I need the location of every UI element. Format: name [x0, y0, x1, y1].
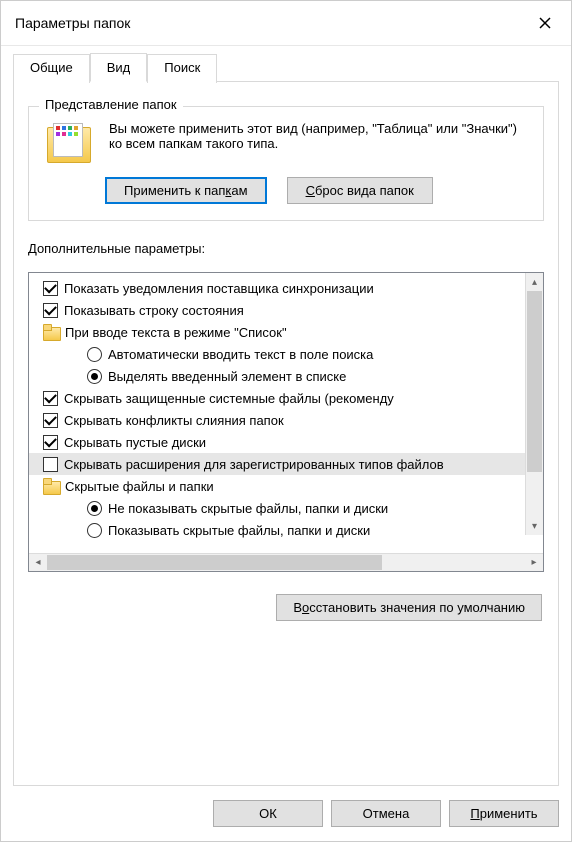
tree-item-label: Скрывать пустые диски	[64, 435, 206, 450]
tab-general[interactable]: Общие	[13, 54, 90, 83]
tree-row[interactable]: Не показывать скрытые файлы, папки и дис…	[29, 497, 543, 519]
tree-row[interactable]: Скрывать пустые диски	[29, 431, 543, 453]
restore-defaults-button[interactable]: Восстановить значения по умолчанию	[276, 594, 542, 621]
advanced-settings-label: Дополнительные параметры:	[28, 241, 544, 256]
folder-icon	[43, 479, 59, 493]
tree-item-label: Не показывать скрытые файлы, папки и дис…	[108, 501, 388, 516]
titlebar: Параметры папок	[1, 1, 571, 46]
tree-item-label: Скрытые файлы и папки	[65, 479, 214, 494]
scroll-right-icon[interactable]: ▸	[525, 554, 543, 571]
tree-row[interactable]: Автоматически вводить текст в поле поиск…	[29, 343, 543, 365]
scroll-left-icon[interactable]: ◂	[29, 554, 47, 571]
apply-button[interactable]: Применить	[449, 800, 559, 827]
horizontal-scrollbar[interactable]: ◂ ▸	[29, 553, 543, 571]
folder-views-group: Представление папок Вы можете применить …	[28, 106, 544, 221]
tree-item-label: Показывать скрытые файлы, папки и диски	[108, 523, 370, 538]
vertical-scrollbar[interactable]: ▴ ▾	[525, 273, 543, 535]
radio-button[interactable]	[87, 347, 102, 362]
folder-views-icon	[47, 123, 93, 165]
checkbox[interactable]	[43, 391, 58, 406]
tree-item-label: При вводе текста в режиме "Список"	[65, 325, 287, 340]
close-icon	[539, 17, 551, 29]
folder-options-dialog: Параметры папок Общие Вид Поиск Представ…	[0, 0, 572, 842]
hscroll-thumb[interactable]	[47, 555, 382, 570]
tree-row[interactable]: Скрытые файлы и папки	[29, 475, 543, 497]
tree-item-label: Скрывать защищенные системные файлы (рек…	[64, 391, 394, 406]
tree-viewport: Показать уведомления поставщика синхрони…	[29, 273, 543, 553]
cancel-button[interactable]: Отмена	[331, 800, 441, 827]
tree-item-label: Показывать строку состояния	[64, 303, 244, 318]
dialog-buttons: ОК Отмена Применить	[1, 786, 571, 841]
tree-item-label: Скрывать расширения для зарегистрированн…	[64, 457, 444, 472]
tree-row[interactable]: При вводе текста в режиме "Список"	[29, 321, 543, 343]
tab-search[interactable]: Поиск	[147, 54, 217, 83]
tree-item-label: Скрывать конфликты слияния папок	[64, 413, 284, 428]
close-button[interactable]	[525, 9, 565, 37]
tab-view[interactable]: Вид	[90, 53, 148, 82]
tree-row[interactable]: Скрывать конфликты слияния папок	[29, 409, 543, 431]
window-title: Параметры папок	[15, 15, 525, 31]
scroll-down-icon[interactable]: ▾	[526, 517, 543, 535]
folder-views-description: Вы можете применить этот вид (например, …	[109, 121, 529, 151]
restore-defaults-row: Восстановить значения по умолчанию	[28, 594, 544, 621]
vscroll-track[interactable]	[526, 291, 543, 517]
hscroll-track[interactable]	[47, 554, 525, 571]
tree-row[interactable]: Показывать строку состояния	[29, 299, 543, 321]
tree-item-label: Выделять введенный элемент в списке	[108, 369, 346, 384]
reset-folders-button[interactable]: Сброс вида папок	[287, 177, 433, 204]
checkbox[interactable]	[43, 457, 58, 472]
advanced-settings-tree[interactable]: Показать уведомления поставщика синхрони…	[28, 272, 544, 572]
tree-row[interactable]: Показать уведомления поставщика синхрони…	[29, 277, 543, 299]
checkbox[interactable]	[43, 303, 58, 318]
tree-row[interactable]: Выделять введенный элемент в списке	[29, 365, 543, 387]
tree-row[interactable]: Показывать скрытые файлы, папки и диски	[29, 519, 543, 541]
folder-icon	[43, 325, 59, 339]
checkbox[interactable]	[43, 435, 58, 450]
folder-views-buttons: Применить к папкам Сброс вида папок	[105, 177, 529, 204]
tabstrip: Общие Вид Поиск	[13, 52, 559, 81]
tree-row[interactable]: Скрывать расширения для зарегистрированн…	[29, 453, 543, 475]
tree-item-label: Автоматически вводить текст в поле поиск…	[108, 347, 373, 362]
folder-views-legend: Представление папок	[39, 97, 183, 112]
checkbox[interactable]	[43, 281, 58, 296]
ok-button[interactable]: ОК	[213, 800, 323, 827]
folder-views-row: Вы можете применить этот вид (например, …	[43, 121, 529, 165]
checkbox[interactable]	[43, 413, 58, 428]
radio-button[interactable]	[87, 501, 102, 516]
scroll-up-icon[interactable]: ▴	[526, 273, 543, 291]
tree-row[interactable]: Скрывать защищенные системные файлы (рек…	[29, 387, 543, 409]
radio-button[interactable]	[87, 523, 102, 538]
dialog-content: Общие Вид Поиск Представление папок Вы м…	[1, 46, 571, 786]
radio-button[interactable]	[87, 369, 102, 384]
apply-to-folders-button[interactable]: Применить к папкам	[105, 177, 267, 204]
tab-panel-view: Представление папок Вы можете применить …	[13, 81, 559, 786]
tree-item-label: Показать уведомления поставщика синхрони…	[64, 281, 374, 296]
vscroll-thumb[interactable]	[527, 291, 542, 472]
